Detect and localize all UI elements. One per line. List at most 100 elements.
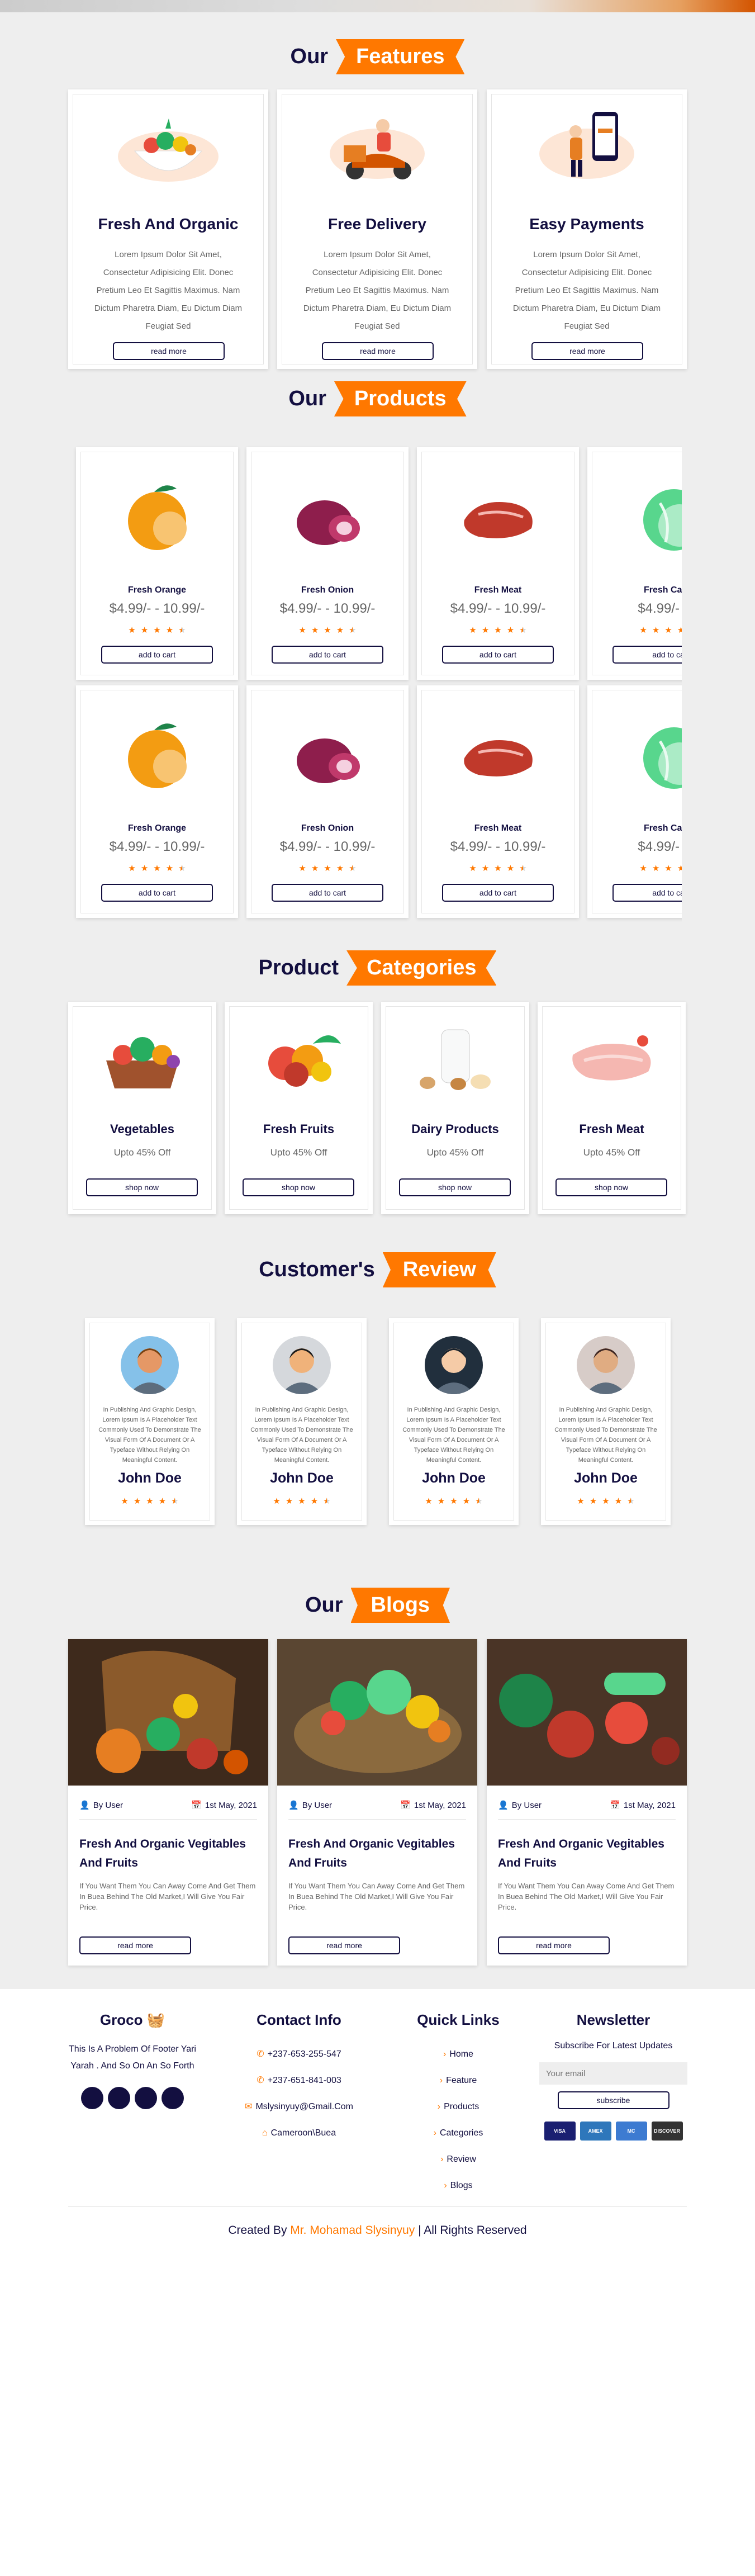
star-icon: ★ — [664, 864, 672, 873]
star-icon: ★ — [153, 626, 161, 635]
category-card: Fresh Meat Upto 45% Off shop now — [538, 1002, 686, 1214]
credit: Created By Mr. Mohamad Slysinyuy | All R… — [228, 2224, 527, 2237]
add-to-cart-button[interactable]: add to cart — [442, 884, 554, 902]
products-section: Our Products Fresh Orange $4.99/- - 10.9… — [0, 376, 755, 950]
shop-now-button[interactable]: shop now — [555, 1178, 667, 1196]
blog-title[interactable]: Fresh And Organic Vegitables And Fruits — [288, 1835, 466, 1873]
review-text: In Publishing And Graphic Design, Lorem … — [554, 1407, 657, 1464]
star-icon: ★ — [639, 864, 647, 873]
read-more-button[interactable]: read more — [79, 1936, 191, 1954]
quick-link-review[interactable]: › Review — [402, 2146, 514, 2172]
add-to-cart-button[interactable]: add to ca — [612, 884, 682, 902]
contact-title: Contact Info — [257, 2011, 341, 2028]
product-rating: ★★★★★ — [76, 625, 238, 635]
arrow-right-icon: › — [433, 2128, 436, 2138]
salad-bowl-illustration — [68, 106, 268, 187]
product-image — [76, 481, 238, 556]
feature-title: Free Delivery — [328, 215, 426, 233]
read-more-button[interactable]: read more — [498, 1936, 610, 1954]
contact-item[interactable]: ✆ +237-653-255-547 — [240, 2041, 358, 2067]
read-more-button[interactable]: read more — [322, 342, 434, 360]
star-icon: ★ — [462, 1497, 471, 1506]
newsletter-title: Newsletter — [576, 2011, 650, 2028]
star-icon: ★ — [298, 626, 306, 635]
blogs-heading: Our Blogs — [0, 1588, 755, 1623]
category-name: Fresh Fruits — [263, 1122, 335, 1136]
review-rating: ★ ★ ★ ★ ★ — [541, 1496, 671, 1506]
category-card: Vegetables Upto 45% Off shop now — [68, 1002, 216, 1214]
reviewer-name: John Doe — [118, 1470, 182, 1486]
phone-icon: ✆ — [257, 2049, 264, 2059]
author-link[interactable]: Mr. Mohamad Slysinyuy — [290, 2224, 415, 2237]
product-card: Fresh Meat $4.99/- - 10.99/- ★ ★ ★ ★ ★ add t… — [417, 685, 579, 918]
product-card: Fresh Cabb $4.99/- - 1 ★★★★★ add to ca — [587, 685, 682, 918]
payment-card-discover-icon: DISCOVER — [651, 2122, 683, 2141]
newsletter-text: Subscribe For Latest Updates — [554, 2041, 673, 2051]
contact-item[interactable]: ✉ Mslysinyuy@Gmail.Com — [240, 2094, 358, 2120]
star-icon: ★ — [437, 1497, 445, 1506]
product-name: Fresh Meat — [474, 823, 522, 833]
star-icon: ★ — [158, 1497, 167, 1506]
blog-image — [68, 1639, 268, 1788]
blog-title[interactable]: Fresh And Organic Vegitables And Fruits — [79, 1835, 257, 1873]
product-rating: ★★★★★ — [246, 625, 409, 635]
add-to-cart-button[interactable]: add to cart — [272, 884, 383, 902]
quick-link-home[interactable]: › Home — [402, 2041, 514, 2067]
quick-link-feature[interactable]: › Feature — [402, 2067, 514, 2094]
add-to-cart-button[interactable]: add to cart — [272, 646, 383, 664]
blog-title[interactable]: Fresh And Organic Vegitables And Fruits — [498, 1835, 676, 1873]
star-icon: ★ — [153, 864, 161, 873]
star-icon: ★ — [311, 626, 319, 635]
payment-card-amex-icon: AMEX — [580, 2122, 611, 2141]
social-icon-2[interactable] — [108, 2087, 130, 2109]
arrow-right-icon: › — [437, 2102, 441, 2111]
social-icon-4[interactable] — [162, 2087, 184, 2109]
blog-card: 👤 By User 📅 1st May, 2021 Fresh And Organi… — [277, 1639, 477, 1966]
star-half-icon: ★ — [475, 1497, 483, 1506]
read-more-button[interactable]: read more — [113, 342, 225, 360]
add-to-cart-button[interactable]: add to cart — [101, 884, 213, 902]
read-more-button[interactable]: read more — [288, 1936, 400, 1954]
add-to-cart-button[interactable]: add to ca — [612, 646, 682, 664]
review-text: In Publishing And Graphic Design, Lorem … — [402, 1407, 505, 1464]
add-to-cart-button[interactable]: add to cart — [442, 646, 554, 664]
contact-item[interactable]: ⌂ Cameroon\Buea — [240, 2120, 358, 2146]
product-name: Fresh Orange — [127, 585, 187, 595]
product-name: Fresh Onion — [301, 823, 354, 833]
product-rating: ★★★★★ — [417, 625, 579, 635]
quick-link-categories[interactable]: › Categories — [402, 2120, 514, 2146]
category-card: Dairy Products Upto 45% Off shop now — [381, 1002, 529, 1214]
quick-link-blogs[interactable]: › Blogs — [402, 2172, 514, 2199]
footer: Groco 🧺 This Is A Problem Of Footer Yari… — [0, 1989, 755, 2576]
social-icon-3[interactable] — [135, 2087, 157, 2109]
quick-link-products[interactable]: › Products — [402, 2094, 514, 2120]
product-rating: ★★★★★ — [587, 863, 682, 873]
review-card: In Publishing And Graphic Design, Lorem … — [541, 1318, 671, 1525]
add-to-cart-button[interactable]: add to cart — [101, 646, 213, 664]
subscribe-button[interactable]: subscribe — [557, 2091, 669, 2109]
contact-item[interactable]: ✆ +237-651-841-003 — [240, 2067, 358, 2094]
blog-text: If You Want Them You Can Away Come And G… — [288, 1882, 465, 1911]
star-icon: ★ — [128, 864, 136, 873]
social-icon-1[interactable] — [81, 2087, 103, 2109]
star-icon: ★ — [494, 864, 502, 873]
feature-title: Easy Payments — [529, 215, 644, 233]
avatar — [121, 1336, 179, 1394]
envelope-icon: ✉ — [245, 2102, 253, 2111]
review-card: In Publishing And Graphic Design, Lorem … — [85, 1318, 215, 1525]
star-half-icon: ★ — [171, 1497, 179, 1506]
arrow-right-icon: › — [440, 2154, 444, 2164]
category-name: Dairy Products — [411, 1122, 499, 1136]
shop-now-button[interactable]: shop now — [399, 1178, 511, 1196]
email-input[interactable] — [539, 2062, 687, 2085]
product-rating: ★★★★★ — [417, 863, 579, 873]
product-image — [417, 481, 579, 556]
blog-text: If You Want Them You Can Away Come And G… — [79, 1882, 256, 1911]
shop-now-button[interactable]: shop now — [86, 1178, 198, 1196]
review-text: In Publishing And Graphic Design, Lorem … — [250, 1407, 353, 1464]
star-icon: ★ — [310, 1497, 319, 1506]
read-more-button[interactable]: read more — [531, 342, 643, 360]
reviewer-name: John Doe — [574, 1470, 638, 1486]
calendar-icon: 📅 — [191, 1801, 202, 1810]
shop-now-button[interactable]: shop now — [243, 1178, 354, 1196]
